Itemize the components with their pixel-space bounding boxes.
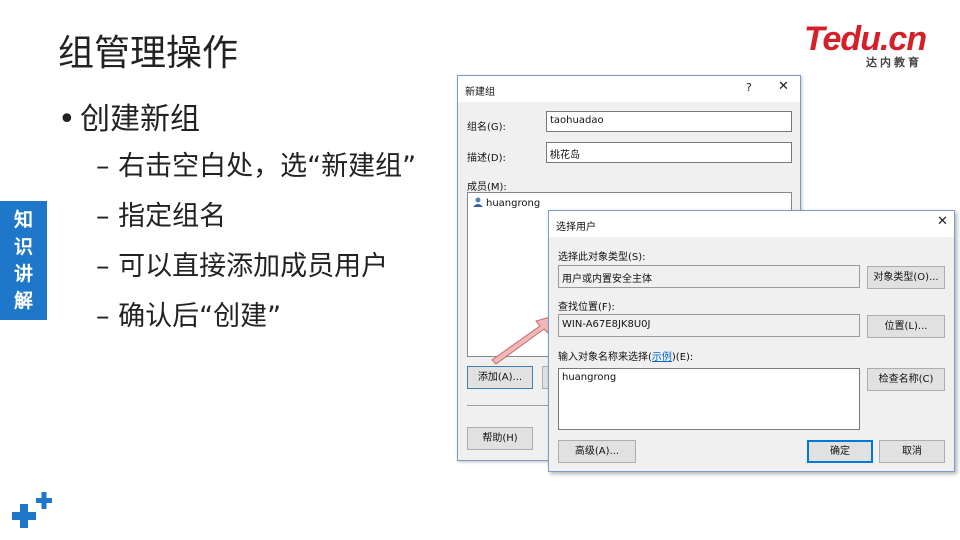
plus-logo-icon: [12, 492, 52, 528]
bullet-create-group: • 创建新组: [58, 102, 200, 137]
sub-item-group-name: – 指定组名: [96, 201, 227, 232]
dialog-titlebar: 新建组 ? ✕: [458, 76, 800, 102]
side-tag-knowledge: 知 识 讲 解: [0, 201, 47, 320]
cancel-button[interactable]: 取消: [879, 440, 945, 463]
object-type-field: 用户或内置安全主体: [558, 265, 860, 288]
close-icon[interactable]: ✕: [937, 214, 948, 229]
logo-subtitle: 达内教育: [866, 56, 922, 69]
examples-link[interactable]: 示例: [652, 352, 672, 363]
help-icon[interactable]: ?: [746, 81, 752, 94]
list-item[interactable]: huangrong: [472, 197, 540, 209]
sub-item-confirm: – 确认后“创建”: [96, 301, 282, 332]
slide-title: 组管理操作: [58, 33, 239, 74]
object-types-button[interactable]: 对象类型(O)...: [867, 266, 945, 289]
ok-button[interactable]: 确定: [807, 440, 873, 463]
user-icon: [473, 197, 483, 207]
select-users-dialog: 选择用户 ✕ 选择此对象类型(S): 用户或内置安全主体 对象类型(O)... …: [548, 210, 955, 472]
check-names-button[interactable]: 检查名称(C): [867, 368, 945, 391]
sub-item-right-click: – 右击空白处，选“新建组”: [96, 151, 417, 182]
locations-button[interactable]: 位置(L)...: [867, 315, 945, 338]
dialog-title: 新建组: [465, 87, 495, 98]
dialog-body: 选择此对象类型(S): 用户或内置安全主体 对象类型(O)... 查找位置(F)…: [549, 237, 954, 471]
location-label: 查找位置(F):: [558, 302, 615, 313]
help-button[interactable]: 帮助(H): [467, 427, 533, 450]
object-names-input[interactable]: huangrong: [558, 368, 860, 430]
description-label: 描述(D):: [467, 153, 506, 164]
group-name-label: 组名(G):: [467, 122, 506, 133]
object-type-label: 选择此对象类型(S):: [558, 252, 646, 263]
enter-names-label: 输入对象名称来选择(示例)(E):: [558, 352, 694, 363]
tedu-logo: Tedu.cn 达内教育: [804, 20, 934, 69]
location-field: WIN-A67E8JK8U0J: [558, 314, 860, 337]
dialog-titlebar: 选择用户 ✕: [549, 211, 954, 237]
dialog-title: 选择用户: [556, 222, 596, 233]
advanced-button[interactable]: 高级(A)...: [558, 440, 636, 463]
description-input[interactable]: 桃花岛: [546, 142, 792, 163]
group-name-input[interactable]: taohuadao: [546, 111, 792, 132]
close-icon[interactable]: ✕: [778, 79, 789, 94]
add-button[interactable]: 添加(A)...: [467, 366, 533, 389]
members-label: 成员(M):: [467, 182, 507, 193]
sub-item-add-members: – 可以直接添加成员用户: [96, 251, 389, 282]
